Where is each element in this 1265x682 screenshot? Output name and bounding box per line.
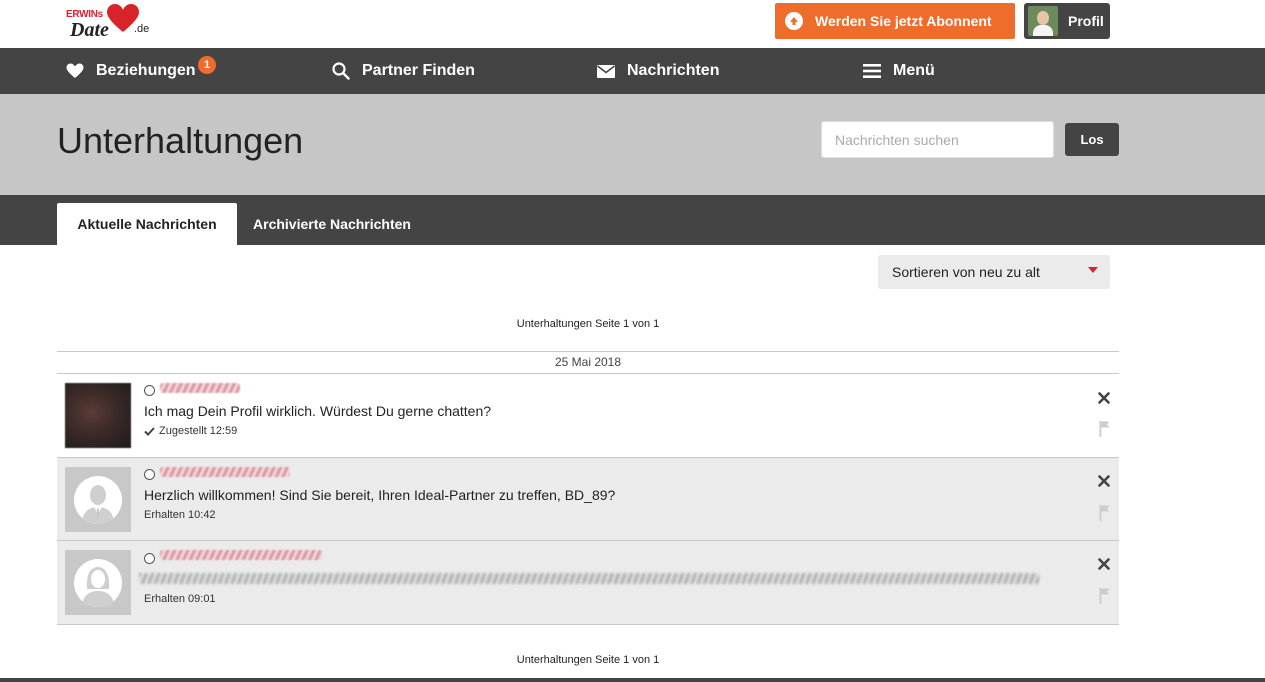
pager-bottom: Unterhaltungen Seite 1 von 1: [516, 654, 660, 666]
nav-item-beziehungen[interactable]: Beziehungen: [66, 48, 196, 94]
male-avatar-icon: [74, 476, 122, 524]
sender-name-redacted[interactable]: [160, 467, 290, 477]
heart-icon: [66, 63, 84, 78]
site-logo[interactable]: ERWINs Date .de: [64, 4, 154, 42]
checkmark-icon: [144, 426, 155, 436]
message-status: Zugestellt 12:59: [144, 425, 237, 437]
message-status: Erhalten 10:42: [144, 509, 216, 521]
status-text: Erhalten 09:01: [144, 593, 216, 605]
search-button[interactable]: Los: [1065, 123, 1119, 156]
user-avatar[interactable]: [65, 383, 131, 448]
nav-item-menu[interactable]: Menü: [863, 48, 935, 94]
conversation-row[interactable]: Erhalten 09:01: [57, 541, 1119, 625]
top-bar: ERWINs Date .de Werden Sie jetzt Abonnen…: [0, 0, 1265, 48]
conversation-row[interactable]: Herzlich willkommen! Sind Sie bereit, Ih…: [57, 458, 1119, 541]
message-preview: Ich mag Dein Profil wirklich. Würdest Du…: [144, 403, 492, 419]
caret-down-icon: [1088, 267, 1098, 273]
online-status-icon: [144, 469, 155, 480]
arrow-up-icon: [785, 12, 803, 30]
flag-icon[interactable]: [1099, 505, 1110, 521]
profile-label: Profil: [1068, 13, 1104, 29]
subscribe-label: Werden Sie jetzt Abonnent: [815, 13, 992, 29]
sender-name-redacted[interactable]: [160, 383, 240, 393]
user-avatar[interactable]: [65, 467, 131, 532]
search-icon: [332, 62, 350, 80]
sender-name-redacted[interactable]: [160, 550, 322, 560]
online-status-icon: [144, 553, 155, 564]
notification-badge: 1: [198, 56, 216, 74]
profile-avatar: [1028, 6, 1058, 36]
online-status-icon: [144, 385, 155, 396]
message-preview: Herzlich willkommen! Sind Sie bereit, Ih…: [144, 487, 616, 503]
logo-tld: .de: [134, 23, 150, 35]
close-icon[interactable]: [1098, 475, 1110, 487]
page-title: Unterhaltungen: [57, 120, 304, 161]
tab-bar: Aktuelle Nachrichten Archivierte Nachric…: [0, 195, 1265, 245]
nav-label: Menü: [893, 62, 935, 79]
sort-selected-value: Sortieren von neu zu alt: [892, 264, 1040, 280]
subscribe-button[interactable]: Werden Sie jetzt Abonnent: [775, 3, 1015, 39]
main-nav: Beziehungen 1 Partner Finden Nachrichten…: [0, 48, 1265, 94]
date-separator: 25 Mai 2018: [57, 351, 1119, 374]
close-icon[interactable]: [1098, 558, 1110, 570]
search-input[interactable]: [821, 121, 1054, 158]
profile-button[interactable]: Profil: [1024, 3, 1110, 39]
nav-item-nachrichten[interactable]: Nachrichten: [597, 48, 719, 94]
flag-icon[interactable]: [1099, 421, 1110, 437]
sort-select[interactable]: Sortieren von neu zu alt: [878, 255, 1110, 289]
tab-archivierte-nachrichten[interactable]: Archivierte Nachrichten: [237, 203, 427, 245]
footer-edge: [0, 678, 1265, 682]
pager-top: Unterhaltungen Seite 1 von 1: [516, 318, 660, 330]
flag-icon[interactable]: [1099, 588, 1110, 604]
nav-label: Beziehungen: [96, 62, 196, 79]
status-text: Zugestellt 12:59: [159, 425, 238, 437]
female-avatar-icon: [74, 559, 122, 607]
conversation-row[interactable]: Ich mag Dein Profil wirklich. Würdest Du…: [57, 374, 1119, 458]
page-header: Unterhaltungen Los: [0, 94, 1265, 195]
close-icon[interactable]: [1098, 392, 1110, 404]
nav-label: Partner Finden: [362, 62, 475, 79]
hamburger-menu-icon: [863, 64, 881, 78]
nav-item-partner-finden[interactable]: Partner Finden: [332, 48, 475, 94]
status-text: Erhalten 10:42: [144, 509, 216, 521]
logo-text-script: Date: [70, 19, 109, 41]
message-status: Erhalten 09:01: [144, 593, 216, 605]
tab-aktuelle-nachrichten[interactable]: Aktuelle Nachrichten: [57, 203, 237, 245]
user-avatar[interactable]: [65, 550, 131, 615]
message-preview-redacted: [139, 573, 1039, 584]
envelope-icon: [597, 64, 615, 78]
nav-label: Nachrichten: [627, 62, 720, 79]
